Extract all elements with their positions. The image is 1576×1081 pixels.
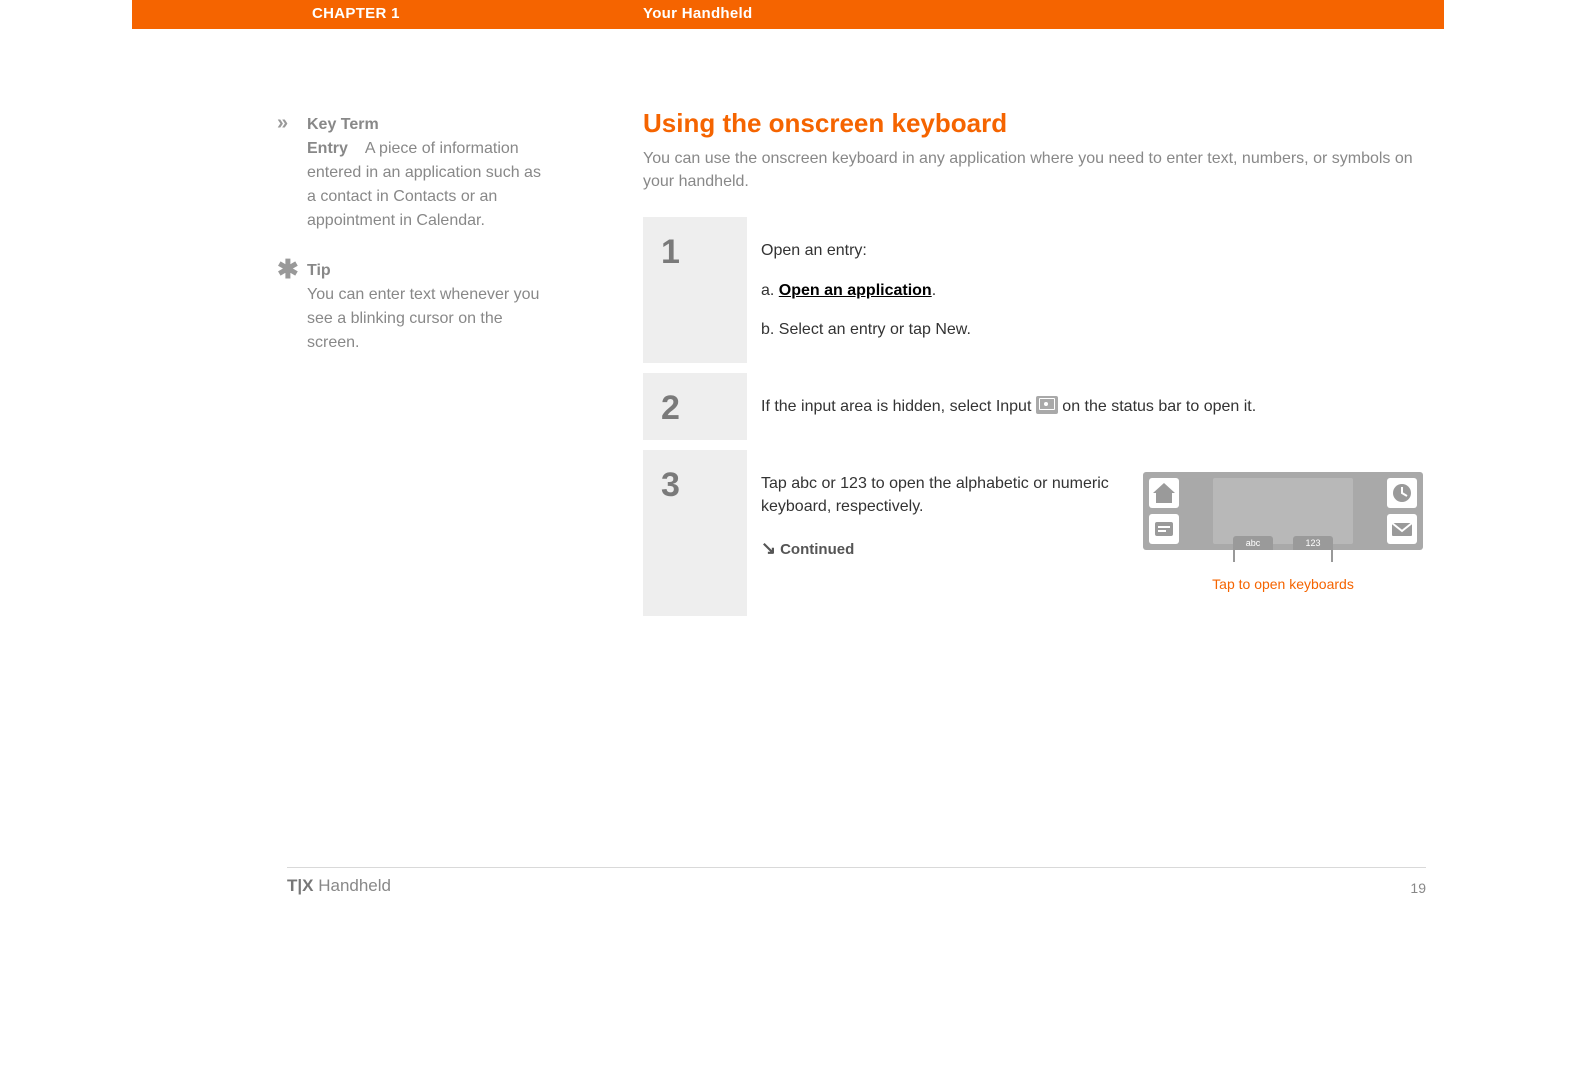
callout-line bbox=[1233, 548, 1235, 562]
continued-indicator: ↘Continued bbox=[761, 535, 1123, 561]
step-3: 3 Tap abc or 123 to open the alphabetic … bbox=[643, 450, 1443, 616]
section-label: Your Handheld bbox=[643, 5, 752, 22]
home-icon bbox=[1149, 478, 1179, 508]
substep-a: a. Open an application. bbox=[761, 279, 1423, 302]
input-icon bbox=[1036, 396, 1058, 414]
diagram-caption: Tap to open keyboards bbox=[1212, 574, 1354, 594]
tip-text: You can enter text whenever you see a bl… bbox=[307, 286, 539, 351]
step-content: Open an entry: a. Open an application. b… bbox=[745, 217, 1443, 363]
product-name-bold: T|X bbox=[287, 876, 313, 895]
step-number: 2 bbox=[643, 373, 745, 440]
abc-tab: abc bbox=[1233, 536, 1273, 550]
continued-label: Continued bbox=[780, 541, 854, 558]
input-area-diagram: abc 123 Tap to open keyboards bbox=[1143, 472, 1423, 594]
step-lead: Open an entry: bbox=[761, 239, 1423, 262]
sidebar: » Key Term Entry A piece of information … bbox=[277, 113, 552, 381]
keyterm-term: Entry bbox=[307, 140, 348, 157]
input-bar-illustration: abc 123 bbox=[1143, 472, 1423, 550]
callout-lines bbox=[1233, 548, 1333, 562]
step-1: 1 Open an entry: a. Open an application.… bbox=[643, 217, 1443, 363]
step-3-text: Tap abc or 123 to open the alphabetic or… bbox=[761, 472, 1123, 518]
keyterm-callout: » Key Term Entry A piece of information … bbox=[277, 113, 552, 233]
substep-a-suffix: . bbox=[932, 282, 936, 299]
document-page: CHAPTER 1 Your Handheld » Key Term Entry… bbox=[132, 0, 1444, 908]
writing-area bbox=[1213, 478, 1353, 544]
step-2: 2 If the input area is hidden, select In… bbox=[643, 373, 1443, 440]
tip-heading: Tip bbox=[307, 259, 552, 283]
clock-icon bbox=[1387, 478, 1417, 508]
find-icon bbox=[1149, 514, 1179, 544]
step-2-after: on the status bar to open it. bbox=[1058, 398, 1256, 415]
step-content: Tap abc or 123 to open the alphabetic or… bbox=[745, 450, 1443, 616]
123-tab: 123 bbox=[1293, 536, 1333, 550]
footer-product: T|X Handheld bbox=[287, 876, 391, 896]
page-title: Using the onscreen keyboard bbox=[643, 108, 1443, 139]
tip-callout: ✱ Tip You can enter text whenever you se… bbox=[277, 259, 552, 355]
tip-body: Tip You can enter text whenever you see … bbox=[307, 259, 552, 355]
step-content: If the input area is hidden, select Inpu… bbox=[745, 373, 1443, 440]
keyterm-body: Key Term Entry A piece of information en… bbox=[307, 113, 552, 233]
header-bar: CHAPTER 1 Your Handheld bbox=[132, 0, 1444, 29]
footer-rule bbox=[287, 867, 1426, 868]
intro-paragraph: You can use the onscreen keyboard in any… bbox=[643, 147, 1443, 193]
callout-line bbox=[1331, 548, 1333, 562]
substeps: a. Open an application. b. Select an ent… bbox=[761, 279, 1423, 341]
substep-a-prefix: a. bbox=[761, 282, 779, 299]
open-application-link[interactable]: Open an application bbox=[779, 282, 932, 299]
arrow-down-right-icon: ↘ bbox=[761, 535, 776, 561]
step-text: If the input area is hidden, select Inpu… bbox=[761, 395, 1423, 418]
steps-list: 1 Open an entry: a. Open an application.… bbox=[643, 217, 1443, 616]
substep-b: b. Select an entry or tap New. bbox=[761, 318, 1423, 341]
step-text: Tap abc or 123 to open the alphabetic or… bbox=[761, 472, 1123, 594]
asterisk-icon: ✱ bbox=[277, 259, 307, 280]
page-number: 19 bbox=[1410, 880, 1426, 896]
product-name-rest: Handheld bbox=[313, 876, 391, 895]
step-2-before: If the input area is hidden, select Inpu… bbox=[761, 398, 1036, 415]
step-text: Open an entry: a. Open an application. b… bbox=[761, 239, 1423, 341]
keyterm-heading: Key Term bbox=[307, 113, 552, 137]
chevrons-icon: » bbox=[277, 113, 307, 133]
mail-icon bbox=[1387, 514, 1417, 544]
step-number: 1 bbox=[643, 217, 745, 363]
step-number: 3 bbox=[643, 450, 745, 616]
step-2-text: If the input area is hidden, select Inpu… bbox=[761, 395, 1423, 418]
main-content: Using the onscreen keyboard You can use … bbox=[643, 108, 1443, 626]
chapter-label: CHAPTER 1 bbox=[312, 5, 400, 22]
